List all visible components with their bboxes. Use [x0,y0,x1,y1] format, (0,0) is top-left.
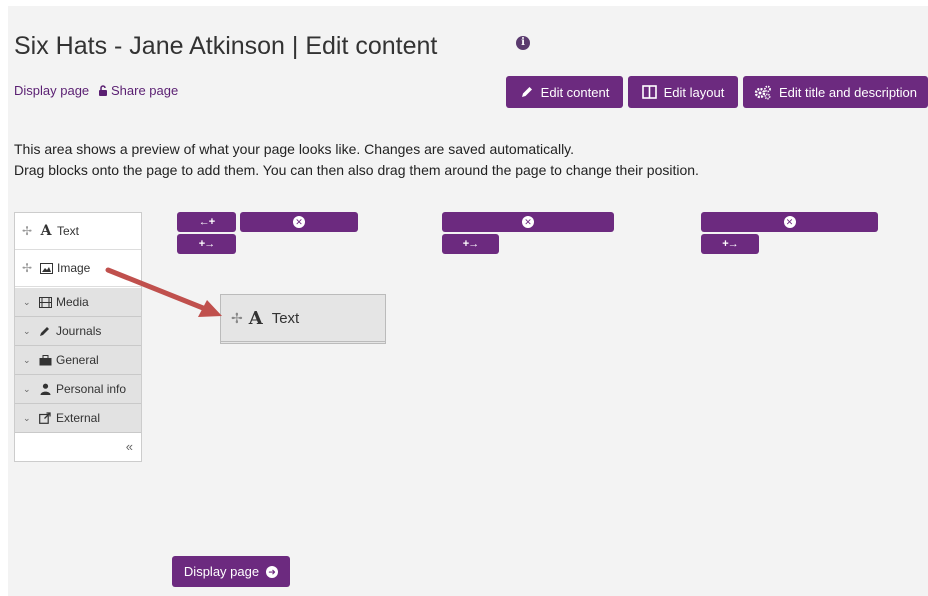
remove-column-1-button[interactable]: ✕ [240,212,358,232]
move-icon: ✢ [22,261,33,275]
dragged-text-block[interactable]: ✢ A Text [220,294,386,344]
sidebar-category-label: Media [56,295,89,309]
edit-title-description-label: Edit title and description [778,84,918,100]
edit-layout-label: Edit layout [663,84,725,100]
sidebar-category-label: External [56,411,101,425]
sidebar-category-label: Journals [56,324,102,338]
arrow-right-circle-icon: ➜ [266,565,279,578]
share-page-link[interactable]: Share page [98,83,178,98]
drag-arrow-annotation [105,267,222,317]
display-page-button[interactable]: Display page ➜ [172,556,290,587]
chevron-down-icon: ⌄ [23,412,31,423]
film-icon [38,296,52,308]
pencil-icon [521,87,532,97]
edit-content-button[interactable]: Edit content [506,76,623,108]
edit-layout-button[interactable]: Edit layout [628,76,738,108]
external-link-icon [38,412,52,424]
plus-arrow-right-icon: +→ [198,238,215,250]
sidebar-category-label: Personal info [56,382,127,396]
gears-icon [754,85,771,100]
pencil-icon [38,325,52,337]
sidebar-category-general[interactable]: ⌄ General [15,346,141,375]
share-page-label: Share page [111,83,179,98]
arrow-left-plus-icon: ←+ [198,216,215,228]
unlock-icon [99,85,107,96]
add-column-right-3-button[interactable]: +→ [701,234,759,254]
add-column-left-button[interactable]: ←+ [177,212,236,232]
page-canvas: Six Hats - Jane Atkinson | Edit content … [8,6,928,596]
collapse-sidebar-icon[interactable]: « [126,439,133,454]
image-icon [39,262,53,274]
display-page-button-label: Display page [183,564,260,579]
display-page-link[interactable]: Display page [14,83,89,98]
edit-content-label: Edit content [540,84,610,100]
text-a-icon: A [40,223,52,239]
info-icon[interactable]: i [516,36,530,50]
chevron-down-icon: ⌄ [23,354,31,365]
chevron-down-icon: ⌄ [23,383,31,394]
plus-arrow-right-icon: +→ [462,238,479,250]
user-icon [38,383,52,395]
text-a-icon: A [248,307,263,329]
page-title: Six Hats - Jane Atkinson | Edit content [14,32,438,60]
close-circle-icon: ✕ [522,216,534,228]
sidebar-block-label: Image [57,261,91,275]
block-sidebar: ✢ A Text ✢ Image ⌄ Media ⌄ Journals ⌄ Ge… [14,212,142,462]
sidebar-block-text[interactable]: ✢ A Text [15,213,141,250]
description-line-2: Drag blocks onto the page to add them. Y… [14,162,699,178]
sidebar-block-label: Text [57,224,80,238]
description-line-1: This area shows a preview of what your p… [14,141,575,157]
move-icon: ✢ [22,224,33,238]
close-circle-icon: ✕ [783,216,796,228]
columns-icon [641,85,657,99]
close-circle-icon: ✕ [293,216,305,228]
remove-column-2-button[interactable]: ✕ [442,212,614,232]
sidebar-category-personal-info[interactable]: ⌄ Personal info [15,375,141,404]
dragged-block-label: Text [271,309,300,327]
add-column-right-1-button[interactable]: +→ [177,234,236,254]
add-column-right-2-button[interactable]: +→ [442,234,499,254]
sidebar-category-label: General [56,353,99,367]
chevron-down-icon: ⌄ [23,296,31,307]
edit-title-description-button[interactable]: Edit title and description [743,76,928,108]
chevron-down-icon: ⌄ [23,325,31,336]
briefcase-icon [38,354,52,366]
remove-column-3-button[interactable]: ✕ [701,212,878,232]
sidebar-category-external[interactable]: ⌄ External [15,404,141,433]
plus-arrow-right-icon: +→ [722,238,738,250]
